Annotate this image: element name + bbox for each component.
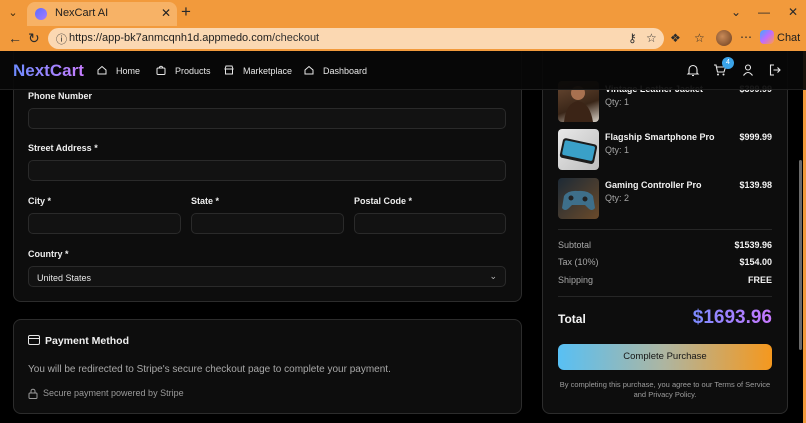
order-item-qty: Qty: 2 — [605, 193, 630, 203]
page-viewport: Phone Number Street Address * City * Sta… — [0, 51, 806, 423]
profile-avatar[interactable] — [716, 30, 732, 46]
divider — [558, 229, 772, 230]
state-label: State * — [191, 196, 220, 206]
tax-value: $154.00 — [739, 257, 772, 267]
brand-logo[interactable]: NextCart — [13, 61, 84, 81]
cart-count-badge: 4 — [722, 57, 734, 69]
nav-item-label: Dashboard — [323, 66, 368, 76]
phone-label: Phone Number — [28, 91, 93, 101]
city-input[interactable] — [28, 213, 181, 234]
nav-item-dashboard[interactable]: Dashboard — [304, 65, 367, 76]
credit-card-icon — [28, 335, 40, 345]
order-item-qty: Qty: 1 — [605, 97, 630, 107]
payment-method-title: Payment Method — [45, 335, 130, 347]
address-bar[interactable]: ⓘ https://app-bk7anmcqnh1d.appmedo.com/c… — [48, 28, 664, 49]
chevron-down-icon: ⌄ — [489, 271, 497, 281]
site-info-icon[interactable]: ⓘ — [56, 31, 67, 47]
page-scrollbar[interactable] — [799, 160, 802, 350]
app-navbar: NextCart Home Products Marketplace Dashb… — [0, 51, 806, 90]
browser-tab-bar: ⌄ NexCart AI ✕ + ⌄ — ✕ — [0, 0, 806, 26]
logout-icon[interactable] — [768, 63, 782, 77]
more-options-icon[interactable]: ⋯ — [740, 30, 752, 44]
complete-purchase-button[interactable]: Complete Purchase — [558, 344, 772, 370]
payment-description: You will be redirected to Stripe's secur… — [28, 364, 391, 375]
tab-close-icon[interactable]: ✕ — [161, 6, 171, 20]
tab-title: NexCart AI — [55, 7, 109, 19]
tab-list-chevron-icon[interactable]: ⌄ — [3, 3, 23, 23]
state-input[interactable] — [191, 213, 344, 234]
subtotal-value: $1539.96 — [734, 240, 772, 250]
key-icon[interactable]: ⚷ — [628, 31, 637, 45]
home-icon — [304, 65, 314, 75]
divider — [558, 296, 772, 297]
favorites-icon[interactable]: ☆ — [694, 31, 705, 45]
nav-item-products[interactable]: Products — [156, 65, 211, 76]
product-image-smartphone — [558, 129, 599, 170]
order-item-name: Gaming Controller Pro — [605, 180, 702, 190]
back-icon[interactable]: ← — [8, 30, 22, 46]
street-label: Street Address * — [28, 143, 98, 153]
order-item-price: $999.99 — [739, 132, 772, 142]
minimize-icon[interactable]: — — [758, 5, 770, 19]
chat-button[interactable]: Chat — [760, 30, 800, 44]
shipping-label: Shipping — [558, 275, 594, 285]
nav-item-marketplace[interactable]: Marketplace — [224, 65, 292, 76]
user-icon[interactable] — [741, 63, 755, 77]
shipping-value: FREE — [747, 275, 772, 285]
subtotal-label: Subtotal — [558, 240, 592, 250]
nav-item-label: Home — [116, 66, 141, 76]
lock-icon — [28, 388, 38, 399]
phone-input[interactable] — [28, 108, 506, 129]
copilot-icon — [760, 30, 774, 44]
postal-code-label: Postal Code * — [354, 196, 413, 206]
nav-item-label: Products — [175, 66, 211, 76]
terms-notice: By completing this purchase, you agree t… — [559, 380, 771, 399]
country-select[interactable]: United States ⌄ — [28, 266, 506, 287]
secure-payment-note: Secure payment powered by Stripe — [43, 388, 184, 398]
reload-icon[interactable]: ↻ — [28, 30, 40, 47]
postal-code-input[interactable] — [354, 213, 506, 234]
nav-item-label: Marketplace — [243, 66, 293, 76]
order-item-name: Flagship Smartphone Pro — [605, 132, 715, 142]
total-value: $1693.96 — [692, 307, 772, 328]
city-label: City * — [28, 196, 52, 206]
nav-item-home[interactable]: Home — [97, 65, 140, 76]
country-selected-value: United States — [37, 273, 92, 283]
tax-label: Tax (10%) — [558, 257, 599, 267]
order-item-price: $139.98 — [739, 180, 772, 190]
window-list-chevron-icon[interactable]: ⌄ — [731, 5, 741, 19]
order-item-qty: Qty: 1 — [605, 145, 630, 155]
total-label: Total — [558, 312, 586, 326]
bookmark-star-icon[interactable]: ☆ — [646, 31, 657, 45]
home-icon — [97, 65, 107, 75]
bell-icon[interactable] — [686, 63, 700, 77]
tab-favicon-icon — [35, 8, 47, 20]
product-image-controller — [558, 178, 599, 219]
browser-toolbar: ← ↻ ⓘ https://app-bk7anmcqnh1d.appmedo.c… — [0, 26, 806, 51]
url-text: https://app-bk7anmcqnh1d.appmedo.com/che… — [69, 32, 320, 44]
new-tab-icon[interactable]: + — [181, 3, 191, 21]
country-label: Country * — [28, 249, 69, 259]
browser-tab[interactable]: NexCart AI ✕ — [27, 2, 177, 26]
store-icon — [224, 65, 234, 75]
close-window-icon[interactable]: ✕ — [788, 5, 798, 19]
extensions-icon[interactable]: ❖ — [670, 31, 681, 45]
bag-icon — [156, 65, 166, 75]
street-address-input[interactable] — [28, 160, 506, 181]
